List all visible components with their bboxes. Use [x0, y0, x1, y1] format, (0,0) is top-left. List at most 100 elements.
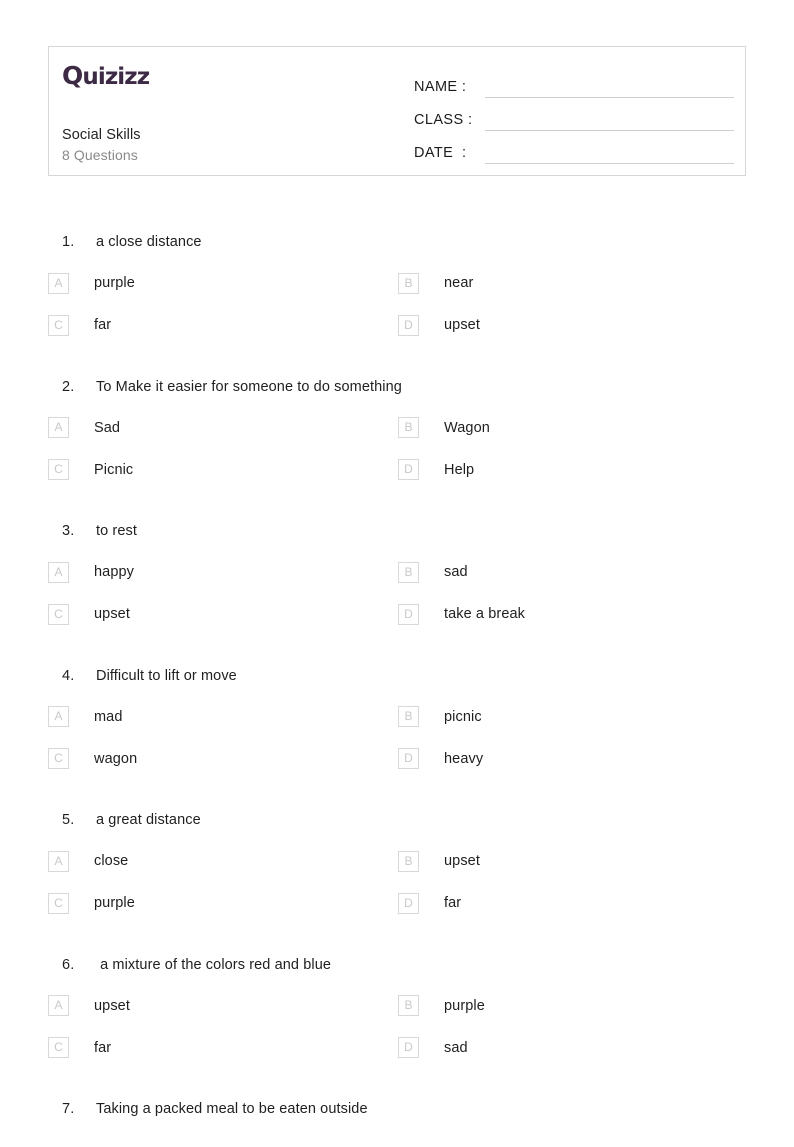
- option-row: Amad Bpicnic: [0, 705, 794, 747]
- worksheet-header-card: Quizizz Social Skills 8 Questions NAME :…: [48, 46, 746, 176]
- option-row: Cwagon Dheavy: [0, 747, 794, 789]
- answer-option-a[interactable]: Aupset: [48, 994, 130, 1018]
- option-key-box[interactable]: D: [398, 892, 419, 914]
- answer-option-b[interactable]: Bupset: [398, 849, 480, 873]
- option-key-box[interactable]: D: [398, 748, 419, 769]
- option-key-box[interactable]: A: [48, 272, 69, 294]
- option-row: Apurple Bnear: [0, 271, 794, 313]
- option-key-box[interactable]: B: [398, 850, 419, 872]
- answer-options: A Sad B Wagon C Picnic D Help: [0, 416, 794, 500]
- answer-option-b[interactable]: Bnear: [398, 271, 473, 295]
- answer-option-c[interactable]: Cfar: [48, 1036, 111, 1060]
- question-number: 6.: [62, 956, 75, 973]
- option-key-box[interactable]: D: [398, 1037, 419, 1058]
- answer-option-c[interactable]: Cupset: [48, 602, 130, 626]
- option-key-box[interactable]: B: [398, 995, 419, 1016]
- option-key-box[interactable]: C: [48, 459, 69, 480]
- question-text: To Make it easier for someone to do some…: [96, 378, 402, 395]
- quizizz-logo-initial: Q: [62, 61, 83, 90]
- answer-option-b[interactable]: Bpicnic: [398, 705, 482, 729]
- answer-option-c[interactable]: Cpurple: [48, 891, 135, 915]
- option-label: happy: [94, 564, 135, 580]
- answer-option-a[interactable]: Apurple: [48, 271, 135, 295]
- answer-option-d[interactable]: D Help: [398, 458, 474, 482]
- option-key-box[interactable]: B: [398, 272, 419, 294]
- class-field-row: CLASS :: [414, 98, 734, 131]
- class-input[interactable]: [485, 110, 734, 131]
- option-row: Cupset Dtake a break: [0, 602, 794, 644]
- option-label: Wagon: [444, 419, 490, 436]
- answer-option-a[interactable]: A Sad: [48, 416, 120, 440]
- answer-option-d[interactable]: Dheavy: [398, 747, 483, 771]
- option-row: Aupset Bpurple: [0, 994, 794, 1036]
- answer-option-a[interactable]: Aclose: [48, 849, 128, 873]
- option-key-box[interactable]: C: [48, 1037, 69, 1058]
- option-label: far: [94, 1039, 112, 1056]
- answer-option-b[interactable]: Bsad: [398, 560, 468, 584]
- question-heading: 4. Difficult to lift or move: [0, 664, 794, 694]
- option-label: purple: [94, 895, 135, 911]
- option-label: sad: [444, 564, 468, 580]
- question-number: 2.: [62, 378, 75, 395]
- answer-option-d[interactable]: Dfar: [398, 891, 461, 915]
- option-label: take a break: [444, 606, 525, 622]
- answer-option-b[interactable]: B Wagon: [398, 416, 490, 440]
- option-label: picnic: [444, 708, 482, 725]
- option-key-box[interactable]: C: [48, 748, 69, 769]
- option-label: upset: [94, 606, 130, 622]
- option-label: heavy: [444, 750, 484, 767]
- answer-option-d[interactable]: Dupset: [398, 313, 480, 337]
- answer-option-c[interactable]: Cwagon: [48, 747, 137, 771]
- option-key-box[interactable]: C: [48, 892, 69, 914]
- answer-option-d[interactable]: Dtake a break: [398, 602, 525, 626]
- answer-options: Apurple Bnear Cfar Dupset: [0, 271, 794, 355]
- option-label: wagon: [94, 750, 138, 767]
- option-row: Aclose Bupset: [0, 849, 794, 891]
- question-block: 1. a close distance Apurple Bnear Cfar Dupset: [0, 230, 794, 355]
- option-key-box[interactable]: A: [48, 995, 69, 1016]
- option-label: upset: [444, 853, 480, 869]
- option-key-box[interactable]: D: [398, 314, 419, 336]
- option-label: far: [444, 895, 462, 911]
- option-key-box[interactable]: C: [48, 603, 69, 625]
- answer-option-a[interactable]: Amad: [48, 705, 123, 729]
- option-key-box[interactable]: C: [48, 314, 69, 336]
- option-label: far: [94, 317, 112, 333]
- name-input[interactable]: [485, 77, 734, 98]
- question-heading: 5. a great distance: [0, 808, 794, 838]
- option-key-box[interactable]: B: [398, 561, 419, 583]
- option-label: Picnic: [94, 461, 134, 478]
- answer-option-b[interactable]: Bpurple: [398, 994, 485, 1018]
- date-input[interactable]: [485, 143, 734, 164]
- question-number: 5.: [62, 812, 75, 828]
- name-field-label: NAME :: [414, 79, 467, 95]
- answer-options: Aclose Bupset Cpurple Dfar: [0, 849, 794, 933]
- answer-option-c[interactable]: Cfar: [48, 313, 111, 337]
- option-row: C Picnic D Help: [0, 458, 794, 500]
- question-text: a great distance: [96, 812, 201, 828]
- option-row: Cpurple Dfar: [0, 891, 794, 933]
- answer-option-c[interactable]: C Picnic: [48, 458, 133, 482]
- option-key-box[interactable]: D: [398, 603, 419, 625]
- option-row: Ahappy Bsad: [0, 560, 794, 602]
- option-key-box[interactable]: A: [48, 850, 69, 872]
- answer-option-a[interactable]: Ahappy: [48, 560, 134, 584]
- question-block: 4. Difficult to lift or move Amad Bpicnic Cw…: [0, 664, 794, 789]
- question-text: Taking a packed meal to be eaten outside: [96, 1101, 368, 1117]
- student-info-fields: NAME : CLASS : DATE :: [414, 65, 734, 164]
- option-key-box[interactable]: B: [398, 417, 419, 438]
- option-key-box[interactable]: A: [48, 417, 69, 438]
- option-row: Cfar Dupset: [0, 313, 794, 355]
- date-field-row: DATE :: [414, 131, 734, 164]
- answer-option-d[interactable]: Dsad: [398, 1036, 468, 1060]
- question-text: a mixture of the colors red and blue: [96, 956, 332, 973]
- question-count-label: 8 Questions: [62, 147, 138, 163]
- question-number: 7.: [62, 1101, 75, 1117]
- option-key-box[interactable]: B: [398, 706, 419, 727]
- question-heading: 3. to rest: [0, 519, 794, 549]
- question-heading: 6. a mixture of the colors red and blue: [0, 953, 794, 983]
- option-key-box[interactable]: D: [398, 459, 419, 480]
- option-key-box[interactable]: A: [48, 706, 69, 727]
- option-key-box[interactable]: A: [48, 561, 69, 583]
- header-left-column: Quizizz Social Skills 8 Questions: [62, 47, 392, 175]
